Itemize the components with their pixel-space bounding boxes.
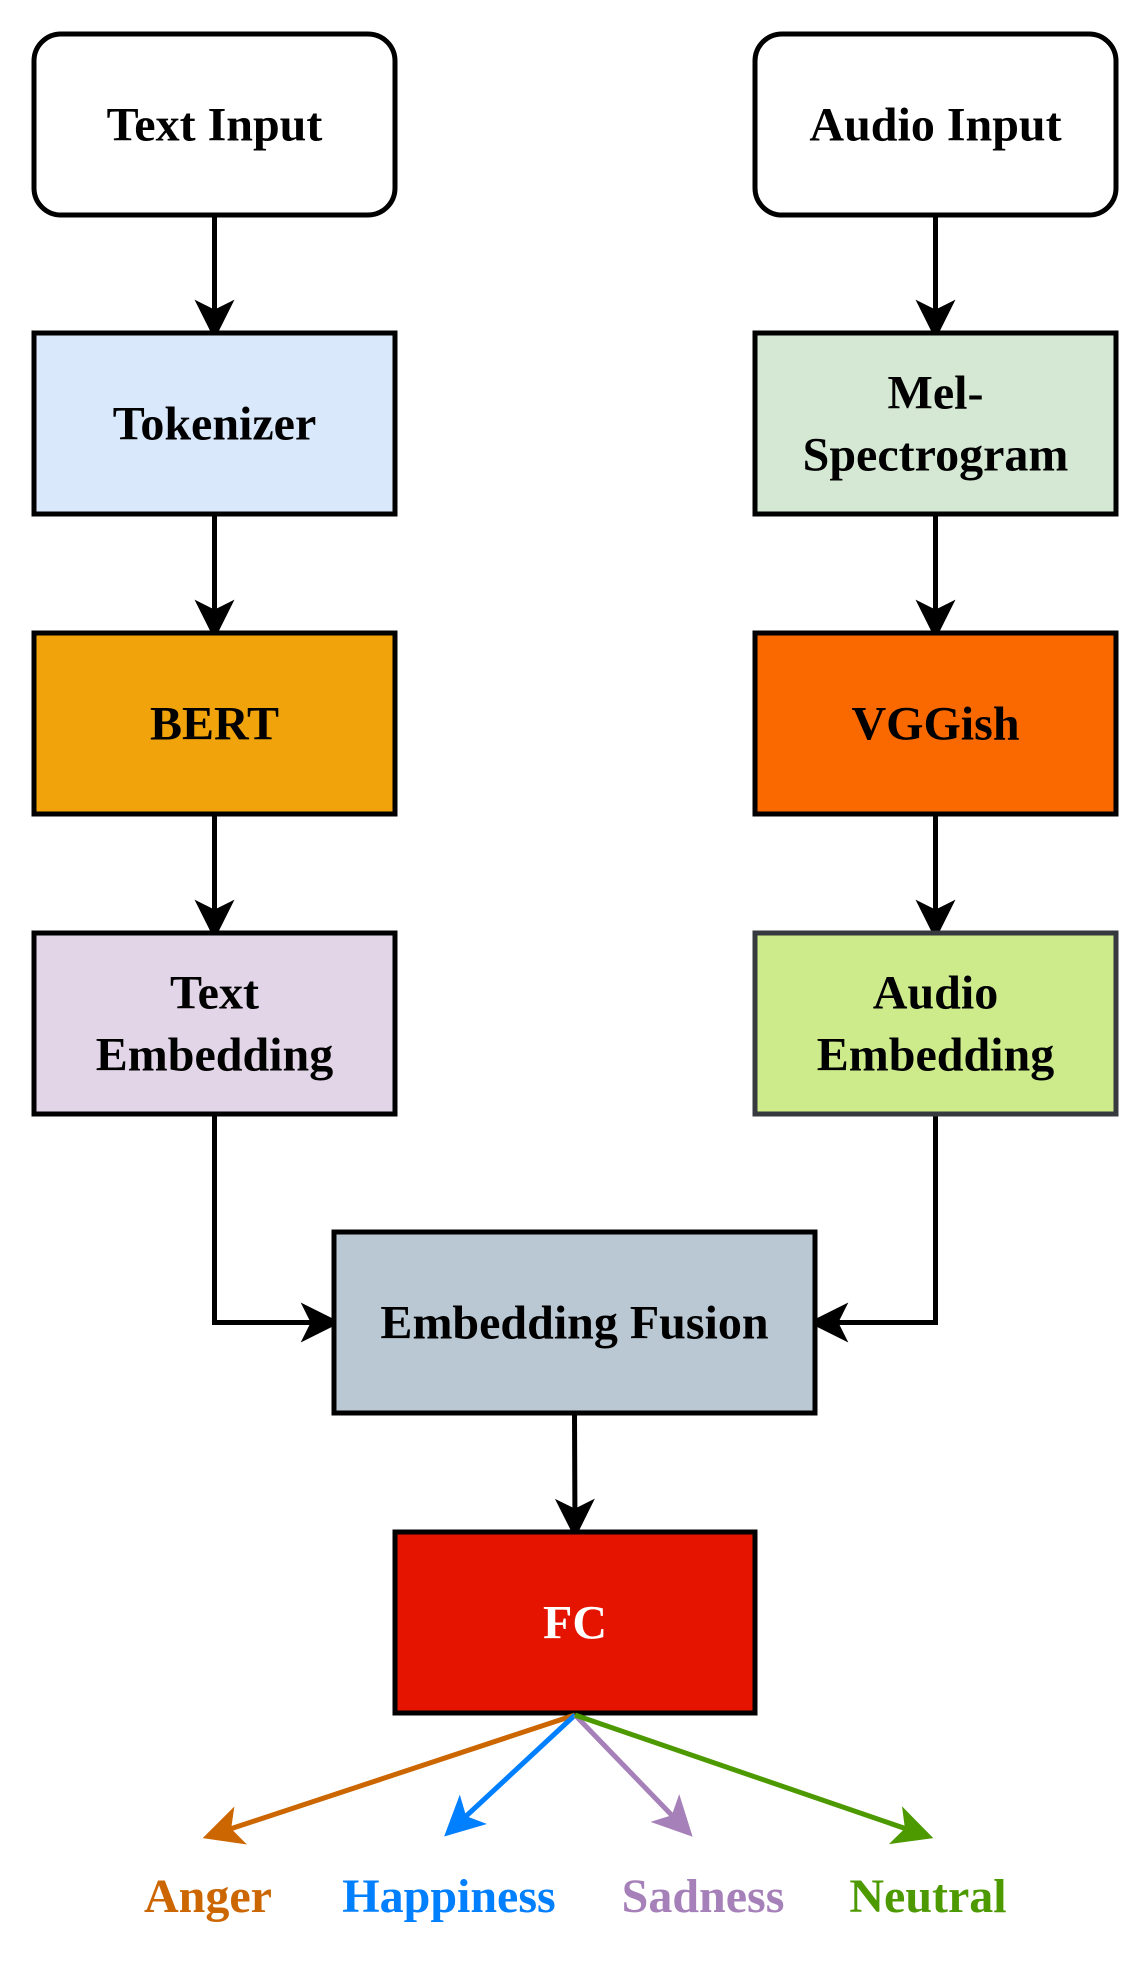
node-vggish: VGGish bbox=[752, 630, 1119, 817]
node-tokenizer-label: Tokenizer bbox=[113, 398, 317, 451]
node-fc: FC bbox=[392, 1529, 758, 1716]
node-mel-spectrogram-label-line-1: Mel- bbox=[888, 367, 984, 420]
node-audio-embedding-box bbox=[752, 930, 1119, 1117]
node-vggish-label: VGGish bbox=[851, 698, 1019, 751]
node-bert-label: BERT bbox=[150, 698, 279, 751]
node-embedding-fusion-label: Embedding Fusion bbox=[380, 1297, 768, 1350]
pipeline-diagram: Text Input Audio Input Tokenizer Mel- Spectr… bbox=[31, 31, 1119, 1923]
node-mel-spectrogram-box bbox=[752, 330, 1119, 517]
outputs-layer: Anger Happiness Sadness Neutral bbox=[144, 1712, 1007, 1923]
node-embedding-fusion: Embedding Fusion bbox=[331, 1229, 818, 1416]
node-audio-input: Audio Input bbox=[752, 31, 1119, 218]
node-tokenizer: Tokenizer bbox=[31, 330, 398, 517]
node-audio-input-label: Audio Input bbox=[809, 99, 1061, 152]
edge-embedding-fusion-to-fc bbox=[554, 1412, 595, 1539]
node-text-embedding: Text Embedding bbox=[31, 930, 398, 1117]
output-arrow-neutral bbox=[574, 1712, 934, 1845]
node-bert: BERT bbox=[31, 630, 398, 817]
output-arrow-happiness bbox=[444, 1713, 577, 1837]
node-audio-embedding-label-line-1: Audio bbox=[873, 967, 998, 1020]
output-label-anger: Anger bbox=[144, 1870, 272, 1923]
node-fc-label: FC bbox=[543, 1597, 607, 1650]
node-mel-spectrogram: Mel- Spectrogram bbox=[752, 330, 1119, 517]
node-text-embedding-box bbox=[31, 930, 398, 1117]
output-label-sadness: Sadness bbox=[622, 1870, 785, 1923]
node-text-input-label: Text Input bbox=[107, 99, 323, 152]
node-text-embedding-label-line-2: Embedding bbox=[96, 1029, 333, 1082]
node-audio-embedding: Audio Embedding bbox=[752, 930, 1119, 1117]
node-text-embedding-label-line-1: Text bbox=[170, 967, 259, 1020]
node-audio-embedding-label-line-2: Embedding bbox=[817, 1029, 1054, 1082]
edge-audio-embedding-to-embedding-fusion bbox=[808, 1114, 938, 1343]
output-label-happiness: Happiness bbox=[342, 1870, 555, 1923]
node-text-input: Text Input bbox=[31, 31, 398, 218]
output-label-neutral: Neutral bbox=[849, 1870, 1006, 1923]
edge-text-embedding-to-embedding-fusion bbox=[212, 1114, 341, 1343]
node-mel-spectrogram-label-line-2: Spectrogram bbox=[803, 429, 1069, 482]
output-arrow-anger bbox=[202, 1712, 576, 1845]
